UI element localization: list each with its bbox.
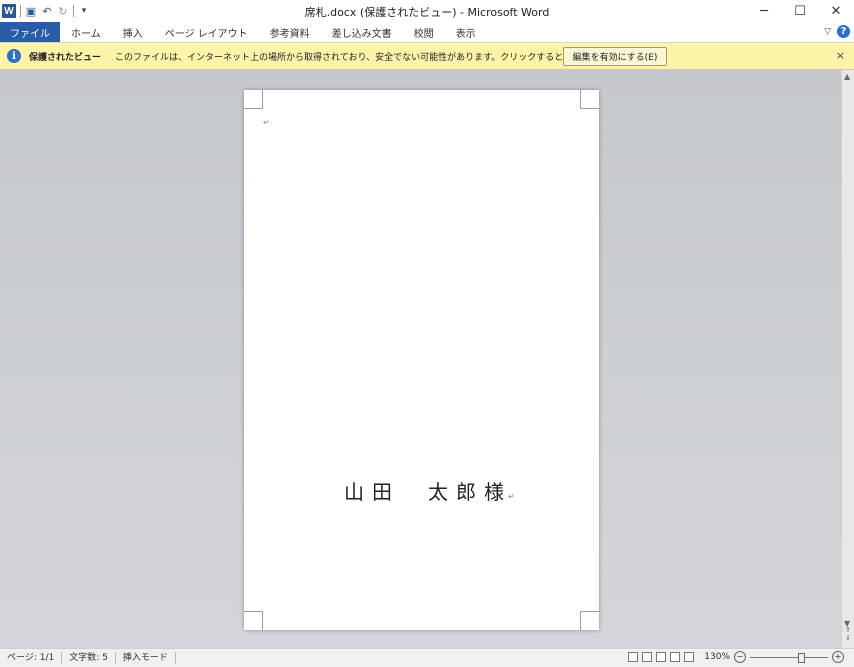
zoom-out-icon[interactable]: − bbox=[734, 651, 746, 663]
zoom-slider-thumb[interactable] bbox=[798, 652, 805, 663]
word-count[interactable]: 文字数: 5 bbox=[62, 652, 116, 664]
close-button[interactable]: ✕ bbox=[818, 0, 854, 22]
title-bar: W ▣ ↶ ↻ ▾ 席札.docx (保護されたビュー) - Microsoft… bbox=[0, 0, 854, 22]
next-page-icon[interactable]: ⇓ bbox=[845, 634, 851, 642]
ribbon-expand-icon[interactable]: ▽ bbox=[824, 27, 831, 37]
guest-name-text[interactable]: 山田 太郎様↵ bbox=[344, 476, 515, 505]
crop-mark bbox=[244, 90, 263, 109]
ribbon-tabs: ファイル ホーム 挿入 ページ レイアウト 参考資料 差し込み文書 校閲 表示 bbox=[0, 22, 854, 43]
crop-mark bbox=[580, 90, 599, 109]
status-bar: ページ: 1/1 文字数: 5 挿入モード 130% − + bbox=[0, 648, 854, 667]
page-indicator[interactable]: ページ: 1/1 bbox=[0, 652, 63, 664]
zoom-slider[interactable] bbox=[750, 652, 828, 663]
draft-icon[interactable] bbox=[684, 652, 695, 662]
tab-file[interactable]: ファイル bbox=[0, 22, 60, 42]
scroll-down-icon[interactable]: ▼ bbox=[844, 619, 850, 628]
paragraph-mark: ↵ bbox=[263, 118, 270, 127]
tab-insert[interactable]: 挿入 bbox=[112, 22, 154, 42]
tab-page-layout[interactable]: ページ レイアウト bbox=[154, 22, 259, 42]
tab-home[interactable]: ホーム bbox=[60, 22, 112, 42]
view-zoom-controls: 130% − + bbox=[628, 651, 844, 663]
vertical-scrollbar[interactable]: ▲ ⇑ ⇓ ▼ bbox=[841, 70, 854, 648]
tab-view[interactable]: 表示 bbox=[445, 22, 487, 42]
protected-view-bar: i 保護されたビュー このファイルは、インターネット上の場所から取得されており、… bbox=[0, 43, 854, 70]
tab-references[interactable]: 参考資料 bbox=[259, 22, 321, 42]
paragraph-mark: ↵ bbox=[508, 492, 515, 501]
maximize-button[interactable]: ☐ bbox=[782, 0, 818, 22]
print-layout-icon[interactable] bbox=[628, 652, 639, 662]
close-infobar-icon[interactable]: × bbox=[836, 49, 845, 62]
enable-editing-button[interactable]: 編集を有効にする(E) bbox=[563, 47, 667, 66]
zoom-in-icon[interactable]: + bbox=[832, 651, 844, 663]
document-page[interactable]: ↵ 山田 太郎様↵ bbox=[244, 90, 599, 630]
web-layout-icon[interactable] bbox=[656, 652, 667, 662]
scroll-up-icon[interactable]: ▲ bbox=[844, 72, 850, 81]
minimize-button[interactable]: ─ bbox=[746, 0, 782, 22]
outline-icon[interactable] bbox=[670, 652, 681, 662]
help-icon[interactable]: ? bbox=[837, 25, 850, 38]
full-screen-reading-icon[interactable] bbox=[642, 652, 653, 662]
protected-view-title: 保護されたビュー bbox=[29, 52, 102, 63]
window-controls: ─ ☐ ✕ bbox=[746, 0, 854, 22]
window-title: 席札.docx (保護されたビュー) - Microsoft Word bbox=[304, 6, 550, 19]
tab-review[interactable]: 校閲 bbox=[403, 22, 445, 42]
tab-mailings[interactable]: 差し込み文書 bbox=[321, 22, 403, 42]
crop-mark bbox=[580, 611, 599, 630]
zoom-level[interactable]: 130% bbox=[704, 652, 730, 662]
insert-mode[interactable]: 挿入モード bbox=[116, 652, 176, 664]
help-area: ▽ ? bbox=[824, 25, 850, 38]
crop-mark bbox=[244, 611, 263, 630]
guest-name: 山田 太郎様 bbox=[344, 480, 512, 504]
info-icon: i bbox=[7, 49, 21, 63]
